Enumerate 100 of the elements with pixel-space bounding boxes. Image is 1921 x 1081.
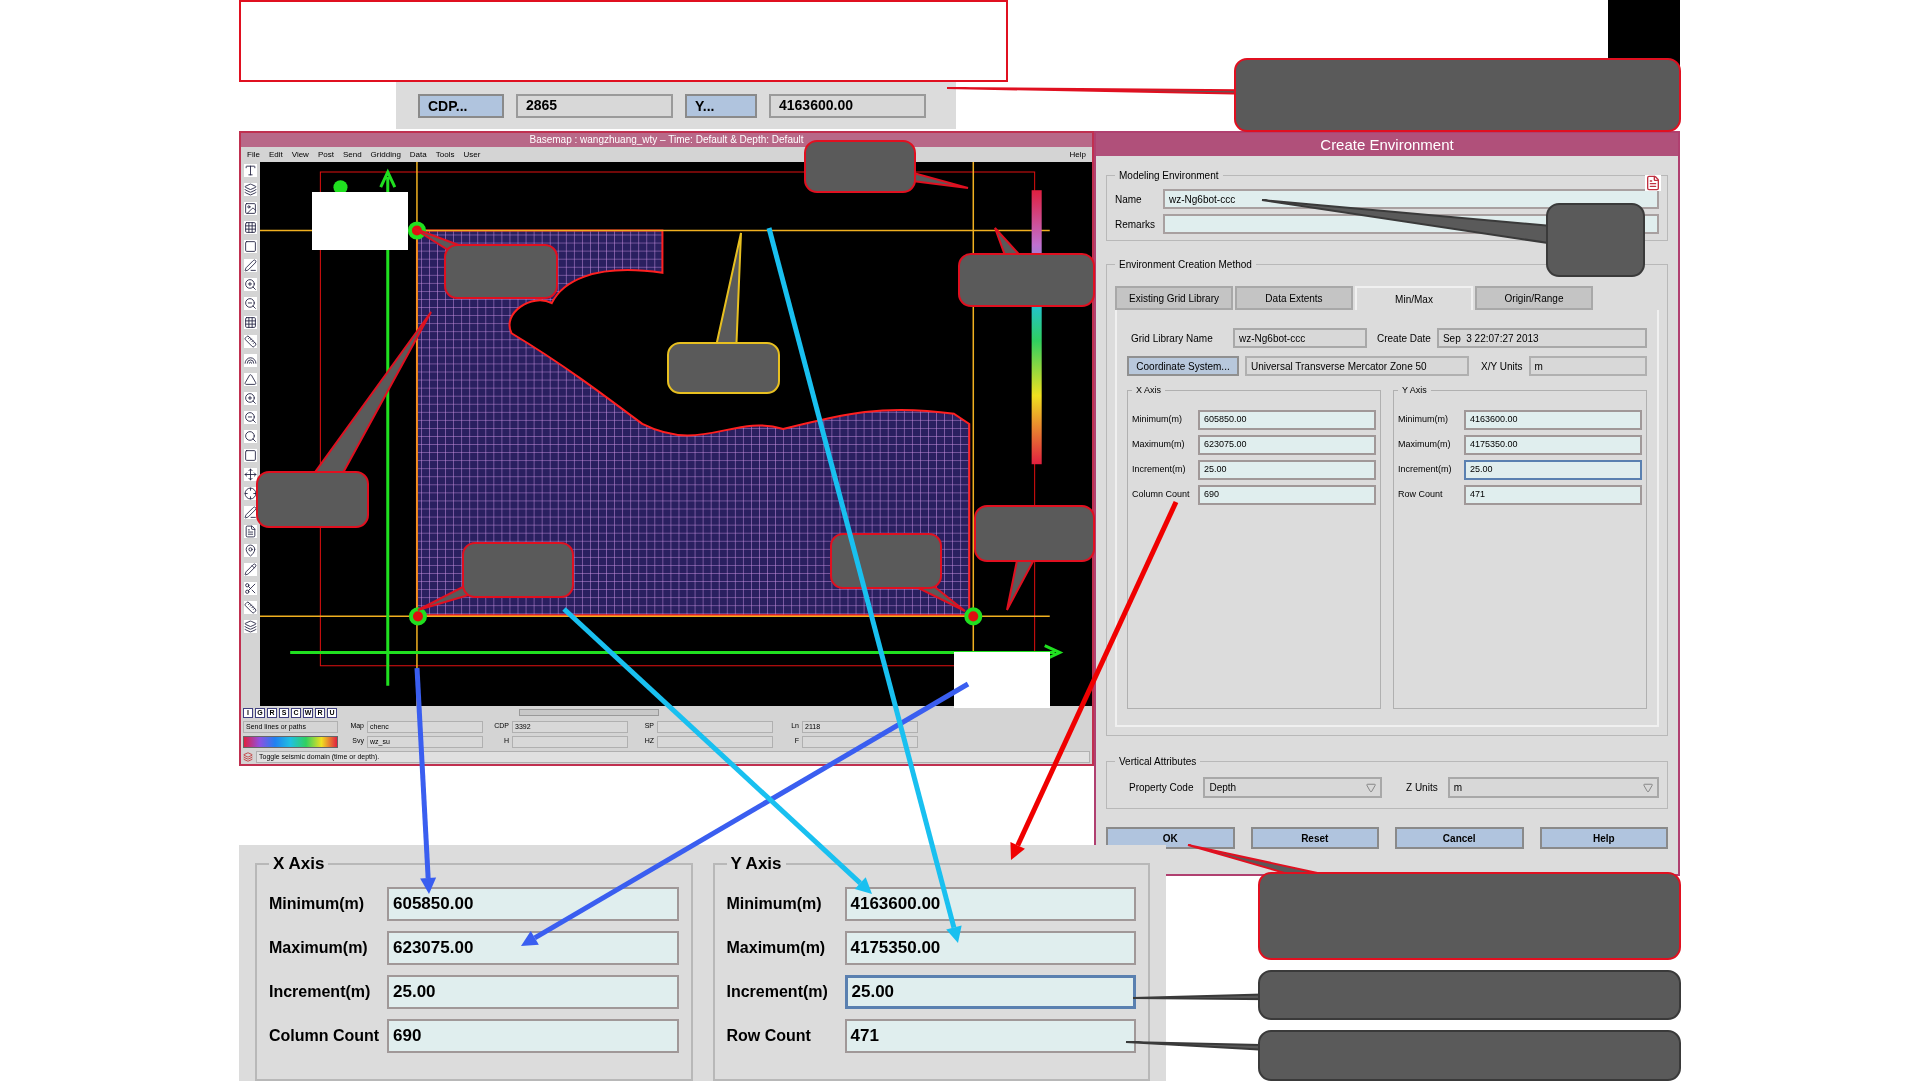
- text-field[interactable]: 25.00: [387, 974, 679, 1009]
- tab[interactable]: Data Extents: [1235, 286, 1353, 310]
- color-scale-dropdown[interactable]: [243, 735, 338, 748]
- field-label: X/Y Units: [1481, 359, 1523, 374]
- text-field[interactable]: 4175350.00: [1464, 434, 1642, 455]
- tab[interactable]: Min/Max: [1355, 286, 1473, 310]
- grid-library-field[interactable]: wz-Ng6bot-ccc: [1233, 328, 1367, 348]
- units-field: m: [1528, 356, 1647, 376]
- text-field[interactable]: 25.00: [844, 974, 1136, 1009]
- triangle-icon[interactable]: [244, 373, 257, 386]
- field-label: Maximum(m): [269, 937, 369, 958]
- zoom-in-icon[interactable]: [244, 392, 257, 405]
- field-label: Increment(m): [1398, 462, 1453, 476]
- menu-item[interactable]: File: [247, 148, 260, 161]
- field-label: Name: [1115, 192, 1143, 207]
- text-field[interactable]: 4175350.00: [844, 930, 1136, 965]
- text-field[interactable]: 471: [844, 1018, 1136, 1053]
- text-field[interactable]: 623075.00: [1198, 434, 1376, 455]
- field-label: Column Count: [1132, 487, 1191, 501]
- group-label: X Axis: [1135, 384, 1162, 397]
- value-field[interactable]: 2865: [516, 93, 673, 118]
- menu-item[interactable]: View: [291, 148, 309, 161]
- status-field[interactable]: [512, 735, 628, 748]
- coordinate-field: Universal Transverse Mercator Zone 50: [1245, 356, 1469, 376]
- field-label: Increment(m): [726, 981, 829, 1002]
- move-icon[interactable]: [244, 468, 257, 481]
- menu-item[interactable]: Edit: [268, 148, 283, 161]
- dialog-button[interactable]: Help: [1539, 827, 1668, 849]
- notes-icon[interactable]: [1645, 175, 1661, 191]
- dropdown-arrow-icon: [1643, 782, 1653, 793]
- field-label: Minimum(m): [1132, 412, 1183, 426]
- zoom-out-icon[interactable]: [244, 411, 257, 424]
- lookup-button[interactable]: Y...: [685, 93, 757, 118]
- menu-item[interactable]: Help: [1069, 148, 1086, 161]
- group-label: Y Axis: [729, 853, 783, 875]
- menu-item[interactable]: Post: [317, 148, 334, 161]
- dialog-button[interactable]: OK: [1106, 827, 1235, 849]
- search-icon[interactable]: [244, 430, 257, 443]
- square-icon[interactable]: [244, 449, 257, 462]
- scroll-bar[interactable]: [519, 709, 659, 716]
- document-icon[interactable]: [244, 525, 257, 538]
- dropdown-arrow-icon: [1366, 782, 1376, 793]
- field-label: Maximum(m): [1132, 437, 1186, 451]
- text-field[interactable]: 623075.00: [387, 930, 679, 965]
- field-label: Column Count: [269, 1025, 381, 1046]
- value-field[interactable]: 4163600.00: [769, 93, 926, 118]
- layers-icon[interactable]: [244, 620, 257, 633]
- status-field[interactable]: [657, 735, 773, 748]
- field-label: Row Count: [1398, 487, 1444, 501]
- text-field[interactable]: 471: [1464, 484, 1642, 505]
- name-field[interactable]: wz-Ng6bot-ccc: [1163, 189, 1659, 209]
- zoom-out-icon[interactable]: [244, 297, 257, 310]
- group-label: Modeling Environment: [1118, 169, 1220, 183]
- text-field[interactable]: 690: [387, 1018, 679, 1053]
- text-field[interactable]: 690: [1198, 484, 1376, 505]
- rainbow-icon[interactable]: [244, 354, 257, 367]
- layers-icon[interactable]: [244, 183, 257, 196]
- text-field[interactable]: 605850.00: [387, 886, 679, 921]
- tab[interactable]: Existing Grid Library: [1115, 286, 1233, 310]
- status-field[interactable]: [657, 720, 773, 733]
- coordinate-system-button[interactable]: Coordinate System...: [1127, 356, 1239, 376]
- square-icon[interactable]: [244, 240, 257, 253]
- field-label: Maximum(m): [726, 937, 827, 958]
- window-title: Basemap : wangzhuang_wty – Time: Default & Depth: Default: [241, 133, 1092, 147]
- tab[interactable]: Origin/Range: [1475, 286, 1593, 310]
- dialog-button[interactable]: Reset: [1250, 827, 1379, 849]
- field-label: Property Code: [1129, 781, 1194, 795]
- menu-item[interactable]: Send: [342, 148, 362, 161]
- field-label: Minimum(m): [1398, 412, 1449, 426]
- group-label: Environment Creation Method: [1118, 258, 1253, 272]
- field-label: Maximum(m): [1398, 437, 1452, 451]
- text-field[interactable]: 25.00: [1464, 459, 1642, 480]
- text-field[interactable]: 4163600.00: [1464, 409, 1642, 430]
- pencil-icon[interactable]: [244, 563, 257, 576]
- menu-item[interactable]: Gridding: [370, 148, 401, 161]
- dropdown[interactable]: Depth: [1203, 777, 1382, 798]
- pin-icon[interactable]: [244, 544, 257, 557]
- menu-item[interactable]: Tools: [435, 148, 455, 161]
- domain-icon[interactable]: [243, 751, 253, 762]
- text-icon[interactable]: [244, 164, 257, 177]
- dialog-button[interactable]: Cancel: [1395, 827, 1524, 849]
- grid-icon[interactable]: [244, 316, 257, 329]
- image-icon[interactable]: [244, 202, 257, 215]
- text-field[interactable]: 4163600.00: [844, 886, 1136, 921]
- group-label: X Axis: [272, 853, 326, 875]
- field-label: Increment(m): [269, 981, 372, 1002]
- window-title: Create Environment: [1096, 133, 1678, 156]
- menu-item[interactable]: User: [463, 148, 481, 161]
- scissors-icon[interactable]: [244, 582, 257, 595]
- text-field[interactable]: 605850.00: [1198, 409, 1376, 430]
- lookup-button[interactable]: CDP...: [418, 93, 504, 118]
- dropdown[interactable]: m: [1447, 777, 1659, 798]
- pen-icon[interactable]: [244, 259, 257, 272]
- ruler-icon[interactable]: [244, 601, 257, 614]
- menu-item[interactable]: Data: [409, 148, 427, 161]
- text-field[interactable]: 25.00: [1198, 459, 1376, 480]
- zoom-in-icon[interactable]: [244, 278, 257, 291]
- grid-icon[interactable]: [244, 221, 257, 234]
- ruler-icon[interactable]: [244, 335, 257, 348]
- field-label: Row Count: [726, 1025, 812, 1046]
